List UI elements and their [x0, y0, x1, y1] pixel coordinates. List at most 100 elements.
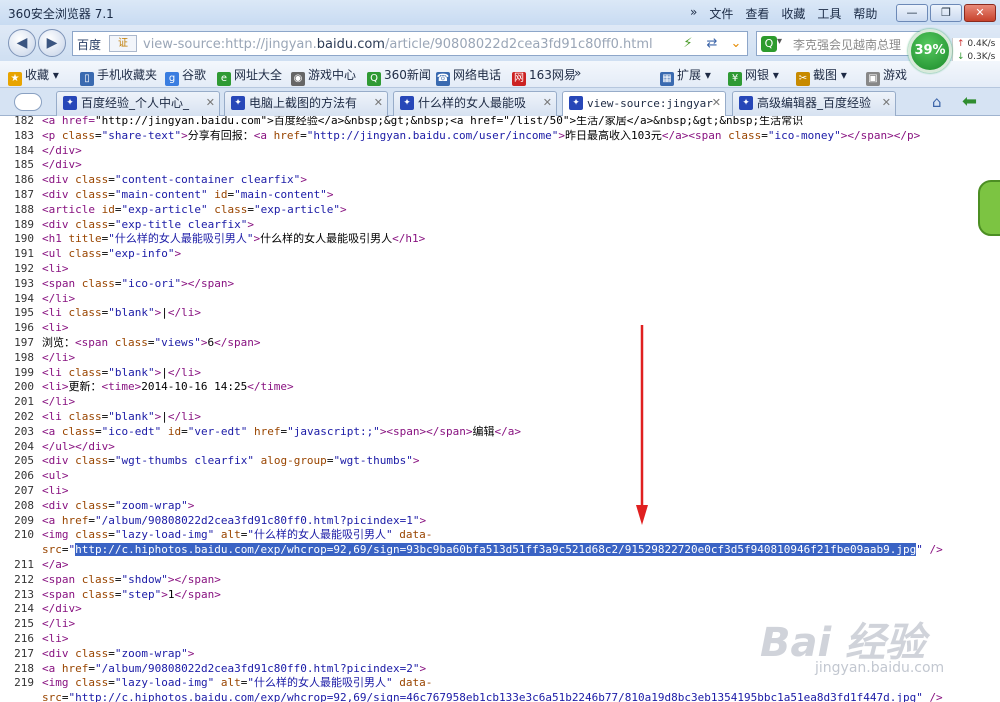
bookmark-mobile[interactable]: ▯ 手机收藏夹: [80, 66, 157, 86]
bookmark-favorites[interactable]: ★ 收藏 ▾: [8, 66, 59, 86]
source-code[interactable]: <img class="lazy-load-img" alt="什么样的女人最能…: [42, 676, 432, 689]
bookmark-games[interactable]: ◉ 游戏中心: [291, 66, 356, 86]
menu-view[interactable]: 查看: [745, 5, 769, 22]
source-line[interactable]: 197 浏览：<span class="views">6</span>: [0, 336, 1000, 351]
source-code[interactable]: <div class="wgt-thumbs clearfix" alog-gr…: [42, 454, 420, 467]
tab-personal-center[interactable]: ✦ 百度经验_个人中心_ ✕: [56, 91, 220, 116]
source-line[interactable]: 206 <ul>: [0, 469, 1000, 484]
source-code[interactable]: src="http://c.hiphotos.baidu.com/exp/whc…: [42, 691, 943, 702]
tab-close-icon[interactable]: ✕: [374, 92, 383, 114]
menu-more[interactable]: »: [690, 5, 697, 22]
bookmark-163[interactable]: 网 163网易: [512, 66, 576, 86]
source-code[interactable]: <ul class="exp-info">: [42, 247, 181, 260]
ebank-button[interactable]: ¥ 网银 ▾: [728, 66, 779, 86]
source-code[interactable]: <img class="lazy-load-img" alt="什么样的女人最能…: [42, 528, 432, 541]
url-text[interactable]: view-source:http://jingyan.baidu.com/art…: [143, 37, 653, 52]
forward-button[interactable]: ▶: [38, 29, 66, 57]
source-code[interactable]: </a>: [42, 558, 69, 571]
source-code[interactable]: <li>: [42, 484, 69, 497]
tab-close-icon[interactable]: ✕: [882, 92, 891, 114]
tab-screenshot-method[interactable]: ✦ 电脑上截图的方法有 ✕: [224, 91, 388, 116]
home-icon[interactable]: ⌂: [932, 93, 942, 111]
source-line[interactable]: 189 <div class="exp-title clearfix">: [0, 218, 1000, 233]
tab-editor[interactable]: ✦ 高级编辑器_百度经验 ✕: [732, 91, 896, 116]
source-code[interactable]: <p class="share-text">分享有回报：<a href="htt…: [42, 129, 920, 142]
cert-badge[interactable]: 证: [109, 35, 137, 52]
tab-article[interactable]: ✦ 什么样的女人最能吸 ✕: [393, 91, 557, 116]
source-line[interactable]: 209 <a href="/album/90808022d2cea3fd91c80…: [0, 514, 1000, 529]
speed-ball[interactable]: 39%: [908, 29, 952, 73]
source-line[interactable]: 213 <span class="step">1</span>: [0, 588, 1000, 603]
source-code[interactable]: </div>: [42, 158, 82, 171]
source-line[interactable]: 194 </li>: [0, 292, 1000, 307]
menu-tools[interactable]: 工具: [817, 5, 841, 22]
minimize-button[interactable]: —: [896, 4, 928, 22]
source-code[interactable]: <li>: [42, 632, 69, 645]
chevron-down-icon[interactable]: ▾: [777, 36, 782, 47]
source-code[interactable]: <li class="blank">|</li>: [42, 306, 201, 319]
source-line[interactable]: 188 <article id="exp-article" class="exp-…: [0, 203, 1000, 218]
source-code[interactable]: <a href="/album/90808022d2cea3fd91c80ff0…: [42, 662, 426, 675]
source-code[interactable]: <li>: [42, 262, 69, 275]
games-button[interactable]: ▣ 游戏: [866, 66, 907, 86]
screenshot-button[interactable]: ✂ 截图 ▾: [796, 66, 847, 86]
source-line[interactable]: 185 </div>: [0, 158, 1000, 173]
source-code[interactable]: src="http://c.hiphotos.baidu.com/exp/whc…: [42, 543, 943, 557]
source-code[interactable]: <span class="step">1</span>: [42, 588, 221, 601]
source-line[interactable]: 212 <span class="shdow"></span>: [0, 573, 1000, 588]
source-code[interactable]: <h1 title="什么样的女人最能吸引男人">什么样的女人最能吸引男人</h…: [42, 232, 425, 245]
source-code[interactable]: <span class="shdow"></span>: [42, 573, 221, 586]
source-line[interactable]: 190 <h1 title="什么样的女人最能吸引男人">什么样的女人最能吸引男人…: [0, 232, 1000, 247]
source-line[interactable]: src="http://c.hiphotos.baidu.com/exp/whc…: [0, 543, 1000, 558]
source-line[interactable]: 210 <img class="lazy-load-img" alt="什么样的女…: [0, 528, 1000, 543]
source-line[interactable]: 205 <div class="wgt-thumbs clearfix" alog…: [0, 454, 1000, 469]
source-line[interactable]: 182 <a href="http://jingyan.baidu.com">百度…: [0, 116, 1000, 129]
source-code[interactable]: <li>更新：<time>2014-10-16 14:25</time>: [42, 380, 294, 393]
source-code[interactable]: </li>: [42, 395, 75, 408]
source-code[interactable]: </div>: [42, 144, 82, 157]
cloud-icon[interactable]: [14, 93, 42, 111]
source-line[interactable]: 203 <a class="ico-edt" id="ver-edt" href=…: [0, 425, 1000, 440]
side-widget-icon[interactable]: [978, 180, 1000, 236]
source-line[interactable]: 202 <li class="blank">|</li>: [0, 410, 1000, 425]
bookmark-hao[interactable]: e 网址大全: [217, 66, 282, 86]
bookmarks-more[interactable]: »: [574, 66, 581, 80]
source-line[interactable]: 201 </li>: [0, 395, 1000, 410]
tab-close-icon[interactable]: ✕: [543, 92, 552, 114]
menu-help[interactable]: 帮助: [853, 5, 877, 22]
source-line[interactable]: 207 <li>: [0, 484, 1000, 499]
source-code[interactable]: <a href="http://jingyan.baidu.com">百度经验<…: [42, 116, 803, 127]
source-code[interactable]: <a href="/album/90808022d2cea3fd91c80ff0…: [42, 514, 426, 527]
back-button[interactable]: ◀: [8, 29, 36, 57]
bookmark-news[interactable]: Q 360新闻: [367, 66, 431, 86]
source-line[interactable]: 208 <div class="zoom-wrap">: [0, 499, 1000, 514]
source-code[interactable]: <li>: [42, 321, 69, 334]
source-line[interactable]: 211 </a>: [0, 558, 1000, 573]
undo-arrow-icon[interactable]: ⬅: [962, 91, 977, 112]
source-line[interactable]: 204 </ul></div>: [0, 440, 1000, 455]
source-code[interactable]: <a class="ico-edt" id="ver-edt" href="ja…: [42, 425, 521, 438]
chevron-down-icon[interactable]: ⌄: [727, 35, 745, 53]
source-line[interactable]: 192 <li>: [0, 262, 1000, 277]
source-code[interactable]: </li>: [42, 351, 75, 364]
source-code[interactable]: <li class="blank">|</li>: [42, 366, 201, 379]
source-line[interactable]: 198 </li>: [0, 351, 1000, 366]
bookmark-netphone[interactable]: ☎ 网络电话: [436, 66, 501, 86]
source-code[interactable]: <article id="exp-article" class="exp-art…: [42, 203, 347, 216]
address-bar[interactable]: 百度 证 view-source:http://jingyan.baidu.co…: [72, 31, 748, 56]
source-line[interactable]: 196 <li>: [0, 321, 1000, 336]
source-line[interactable]: 193 <span class="ico-ori"></span>: [0, 277, 1000, 292]
source-code[interactable]: </li>: [42, 617, 75, 630]
source-line[interactable]: 187 <div class="main-content" id="main-co…: [0, 188, 1000, 203]
source-code[interactable]: <ul>: [42, 469, 69, 482]
source-line[interactable]: 199 <li class="blank">|</li>: [0, 366, 1000, 381]
source-code[interactable]: <div class="main-content" id="main-conte…: [42, 188, 333, 201]
source-code[interactable]: </div>: [42, 602, 82, 615]
source-line[interactable]: 183 <p class="share-text">分享有回报：<a href="…: [0, 129, 1000, 144]
lightning-icon[interactable]: ⚡: [679, 35, 697, 53]
source-line[interactable]: 186 <div class="content-container clearfi…: [0, 173, 1000, 188]
source-code[interactable]: <li class="blank">|</li>: [42, 410, 201, 423]
close-button[interactable]: ✕: [964, 4, 996, 22]
source-line[interactable]: src="http://c.hiphotos.baidu.com/exp/whc…: [0, 691, 1000, 702]
menu-favorites[interactable]: 收藏: [781, 5, 805, 22]
